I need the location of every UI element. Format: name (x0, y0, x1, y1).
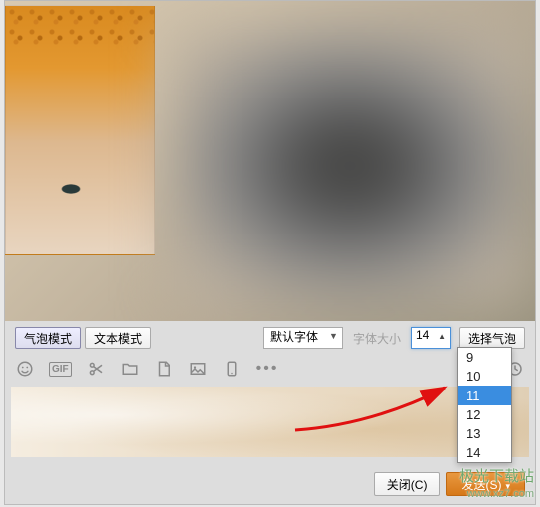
file-icon[interactable] (154, 359, 174, 379)
chat-window: 气泡模式 文本模式 默认字体 字体大小 14 选择气泡 9 10 11 12 1… (4, 0, 536, 505)
chevron-down-icon: ▾ (505, 481, 510, 491)
more-icon[interactable]: ••• (256, 360, 279, 378)
send-button-label: 发送(S) (461, 478, 501, 492)
format-toolbar: 气泡模式 文本模式 默认字体 字体大小 14 选择气泡 (15, 325, 525, 351)
send-button[interactable]: 发送(S) ▾ (446, 472, 525, 496)
message-preview-area (5, 1, 535, 321)
size-option-11[interactable]: 11 (458, 386, 511, 405)
font-family-value: 默认字体 (270, 330, 318, 344)
image-icon[interactable] (188, 359, 208, 379)
phone-icon[interactable] (222, 359, 242, 379)
text-mode-button[interactable]: 文本模式 (85, 327, 151, 349)
gif-icon[interactable]: GIF (49, 362, 72, 377)
size-option-9[interactable]: 9 (458, 348, 511, 367)
font-family-select[interactable]: 默认字体 (263, 327, 343, 349)
font-size-dropdown[interactable]: 9 10 11 12 13 14 (457, 347, 512, 463)
folder-icon[interactable] (120, 359, 140, 379)
bubble-mode-button[interactable]: 气泡模式 (15, 327, 81, 349)
emoji-icon[interactable] (15, 359, 35, 379)
tool-icon-row: GIF ••• (15, 355, 525, 383)
message-input-area[interactable] (11, 387, 529, 457)
size-option-13[interactable]: 13 (458, 424, 511, 443)
size-option-14[interactable]: 14 (458, 443, 511, 462)
bird-graphic (61, 184, 81, 194)
size-option-12[interactable]: 12 (458, 405, 511, 424)
blurred-content (175, 31, 525, 301)
close-button[interactable]: 关闭(C) (374, 472, 441, 496)
size-option-10[interactable]: 10 (458, 367, 511, 386)
select-bubble-button[interactable]: 选择气泡 (459, 327, 525, 349)
scissors-icon[interactable] (86, 359, 106, 379)
font-size-value: 14 (416, 328, 436, 342)
bubble-theme-preview (5, 5, 155, 255)
bottom-button-row: 关闭(C) 发送(S) ▾ (5, 470, 535, 498)
font-size-label: 字体大小 (353, 330, 401, 347)
font-size-select[interactable]: 14 (411, 327, 451, 349)
